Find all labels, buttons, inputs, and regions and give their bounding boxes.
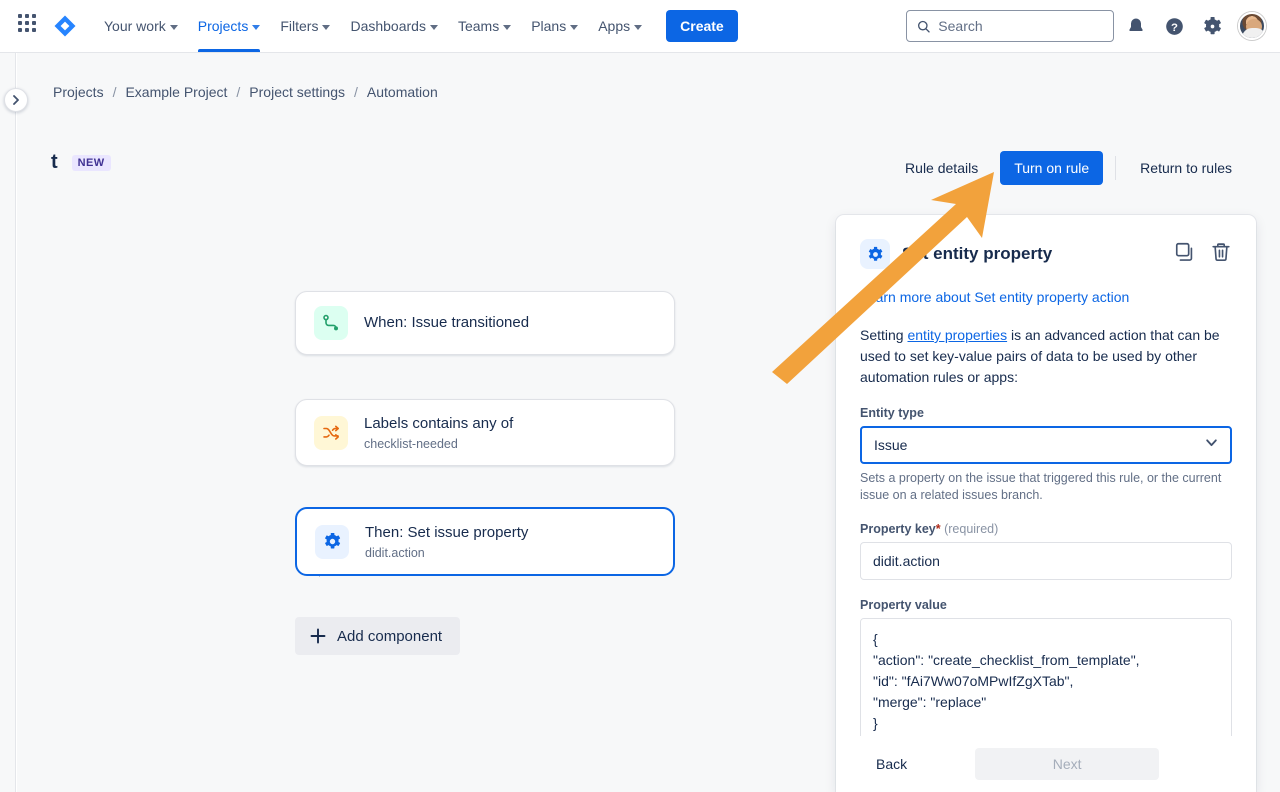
search-box[interactable] — [906, 10, 1114, 42]
search-input[interactable] — [938, 18, 1103, 34]
issue-transitioned-icon — [314, 306, 348, 340]
nav-item-label: Apps — [598, 18, 631, 34]
panel-title: Set entity property — [902, 244, 1053, 263]
add-component-button[interactable]: Add component — [295, 617, 461, 655]
nav-item-label: Projects — [197, 18, 249, 34]
jira-logo-icon[interactable] — [50, 11, 80, 41]
breadcrumb-separator: / — [236, 84, 241, 100]
nav-item-plans[interactable]: Plans — [521, 0, 588, 52]
panel-header-actions — [1174, 241, 1232, 268]
property-key-field — [860, 542, 1232, 580]
trash-icon[interactable] — [1210, 241, 1232, 268]
flow-card-trigger[interactable]: When: Issue transitioned — [295, 291, 675, 355]
create-button[interactable]: Create — [666, 10, 738, 42]
breadcrumb-separator: / — [354, 84, 358, 100]
flow-card-text: Labels contains any of checklist-needed — [364, 414, 513, 451]
property-value-field: { "action": "create_checklist_from_templ… — [860, 618, 1232, 747]
rule-title-row: t NEW — [51, 151, 111, 174]
status-badge-new: NEW — [71, 154, 111, 171]
automation-rule-page: Projects / Example Project / Project set… — [17, 53, 1280, 792]
flow-card-action[interactable]: Then: Set issue property didit.action — [295, 507, 675, 576]
flow-card-title: Then: Set issue property — [365, 524, 529, 541]
nav-item-filters[interactable]: Filters — [270, 0, 340, 52]
back-button[interactable]: Back — [860, 748, 923, 780]
flow-card-subtitle: checklist-needed — [364, 437, 458, 451]
expand-sidebar-button[interactable] — [4, 88, 28, 112]
flow-card-text: Then: Set issue property didit.action — [365, 523, 528, 560]
condition-shuffle-icon — [314, 415, 348, 450]
nav-item-label: Dashboards — [350, 18, 426, 34]
flow-card-condition[interactable]: Labels contains any of checklist-needed — [295, 399, 675, 466]
property-key-input[interactable] — [860, 542, 1232, 580]
apps-grid-icon[interactable] — [18, 14, 42, 38]
avatar[interactable] — [1238, 12, 1266, 40]
property-key-label-text: Property key — [860, 522, 936, 536]
chevron-down-icon — [570, 24, 579, 30]
entity-properties-link[interactable]: entity properties — [907, 327, 1007, 343]
entity-type-field: Issue — [860, 426, 1232, 464]
set-entity-property-icon — [860, 239, 890, 269]
learn-more-link[interactable]: Learn more about Set entity property act… — [860, 289, 1232, 305]
chevron-down-icon — [429, 24, 438, 30]
property-value-textarea[interactable]: { "action": "create_checklist_from_templ… — [860, 618, 1232, 742]
top-navigation-bar: Your work Projects Filters Dashboards Te… — [0, 0, 1280, 53]
property-value-label: Property value — [860, 598, 947, 612]
nav-item-teams[interactable]: Teams — [448, 0, 521, 52]
rule-header-actions: Rule details Turn on rule Return to rule… — [893, 151, 1244, 185]
page-title[interactable]: t — [51, 151, 58, 174]
return-to-rules-button[interactable]: Return to rules — [1128, 152, 1244, 184]
chevron-right-icon — [13, 95, 19, 105]
nav-item-apps[interactable]: Apps — [588, 0, 652, 52]
settings-gear-icon[interactable] — [1196, 10, 1228, 42]
divider — [1115, 156, 1117, 180]
panel-footer: Back Next — [836, 736, 1256, 792]
svg-text:?: ? — [1171, 21, 1178, 33]
nav-item-projects[interactable]: Projects — [188, 0, 271, 52]
nav-item-label: Your work — [104, 18, 166, 34]
chevron-down-icon — [169, 24, 178, 30]
next-button: Next — [975, 748, 1160, 780]
copy-icon[interactable] — [1174, 241, 1196, 268]
nav-item-label: Filters — [280, 18, 319, 34]
help-icon[interactable]: ? — [1158, 10, 1190, 42]
panel-description-prefix: Setting — [860, 327, 908, 343]
set-entity-property-icon — [315, 524, 349, 559]
nav-item-label: Teams — [457, 18, 500, 34]
nav-right-group: ? — [906, 10, 1266, 42]
collapsed-sidebar-rail — [0, 53, 16, 792]
flow-card-subtitle: didit.action — [365, 546, 425, 560]
chevron-down-icon — [503, 24, 512, 30]
breadcrumb-item-example-project[interactable]: Example Project — [125, 84, 227, 100]
entity-type-label: Entity type — [860, 406, 924, 420]
search-icon — [917, 20, 930, 33]
breadcrumb: Projects / Example Project / Project set… — [53, 84, 438, 100]
flow-card-text: When: Issue transitioned — [364, 313, 529, 333]
panel-description: Setting entity properties is an advanced… — [860, 325, 1232, 388]
required-note: (required) — [944, 522, 999, 536]
breadcrumb-item-automation[interactable]: Automation — [367, 84, 438, 100]
action-config-panel: Set entity property Learn more about Set… — [836, 215, 1256, 792]
breadcrumb-item-project-settings[interactable]: Project settings — [249, 84, 345, 100]
add-component-label: Add component — [337, 627, 443, 645]
breadcrumb-separator: / — [112, 84, 117, 100]
notifications-icon[interactable] — [1120, 10, 1152, 42]
nav-item-label: Plans — [531, 18, 567, 34]
panel-header: Set entity property — [860, 239, 1232, 269]
flow-card-title: When: Issue transitioned — [364, 314, 530, 331]
breadcrumb-item-projects[interactable]: Projects — [53, 84, 104, 100]
entity-type-select[interactable]: Issue — [860, 426, 1232, 464]
chevron-down-icon — [634, 24, 643, 30]
chevron-down-icon — [322, 24, 331, 30]
nav-item-your-work[interactable]: Your work — [94, 0, 188, 52]
required-asterisk: * — [935, 522, 941, 536]
flow-card-title: Labels contains any of — [364, 415, 514, 432]
nav-item-dashboards[interactable]: Dashboards — [340, 0, 448, 52]
chevron-down-icon — [252, 24, 261, 30]
turn-on-rule-button[interactable]: Turn on rule — [1000, 151, 1104, 185]
property-key-label: Property key* (required) — [860, 522, 1232, 536]
entity-type-help-text: Sets a property on the issue that trigge… — [860, 471, 1222, 502]
action-config-panel-body: Set entity property Learn more about Set… — [836, 215, 1256, 792]
plus-icon — [310, 628, 326, 644]
rule-details-button[interactable]: Rule details — [893, 152, 990, 184]
